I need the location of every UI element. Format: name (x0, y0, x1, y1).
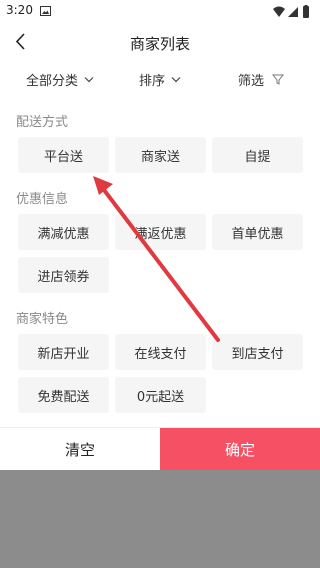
battery-icon (303, 5, 309, 18)
signal-icon (288, 7, 298, 17)
system-status-icons (273, 5, 309, 18)
option-first-order[interactable]: 首单优惠 (212, 214, 303, 250)
status-bar: 3:20 (0, 0, 320, 24)
option-in-store-payment[interactable]: 到店支付 (212, 334, 303, 370)
option-new-store[interactable]: 新店开业 (18, 334, 109, 370)
funnel-icon (272, 74, 285, 85)
top-navigation-bar: 商家列表 (0, 24, 320, 60)
option-free-delivery[interactable]: 免费配送 (18, 377, 109, 413)
page-title: 商家列表 (129, 35, 190, 53)
section-title-promotions: 优惠信息 (16, 192, 69, 207)
option-self-pickup[interactable]: 自提 (212, 137, 303, 173)
confirm-button[interactable]: 确定 (160, 428, 320, 471)
background-overlay[interactable] (0, 470, 320, 568)
section-title-delivery: 配送方式 (16, 115, 69, 130)
option-online-payment[interactable]: 在线支付 (115, 334, 206, 370)
section-title-features: 商家特色 (16, 312, 69, 327)
back-button[interactable] (4, 24, 40, 60)
option-merchant-delivery[interactable]: 商家送 (115, 137, 206, 173)
category-dropdown-label: 全部分类 (26, 73, 79, 89)
bottom-action-bar: 清空 确定 (0, 427, 320, 471)
back-arrow-icon (15, 33, 25, 50)
status-time: 3:20 (6, 3, 33, 17)
filter-button-label: 筛选 (238, 73, 265, 89)
sort-dropdown[interactable]: 排序 (139, 62, 181, 96)
wifi-icon (273, 6, 285, 17)
option-no-minimum[interactable]: 0元起送 (115, 377, 206, 413)
sort-dropdown-label: 排序 (139, 73, 166, 89)
category-dropdown[interactable]: 全部分类 (26, 62, 94, 96)
filter-button[interactable]: 筛选 (238, 62, 285, 96)
chevron-down-icon (84, 76, 94, 82)
option-cashback[interactable]: 满返优惠 (115, 214, 206, 250)
image-notification-icon (40, 6, 51, 16)
chevron-down-icon (171, 76, 181, 82)
option-discount[interactable]: 满减优惠 (18, 214, 109, 250)
clear-button[interactable]: 清空 (0, 428, 160, 471)
option-store-coupon[interactable]: 进店领券 (18, 257, 109, 293)
option-platform-delivery[interactable]: 平台送 (18, 137, 109, 173)
filter-bar: 全部分类 排序 筛选 (0, 62, 320, 96)
